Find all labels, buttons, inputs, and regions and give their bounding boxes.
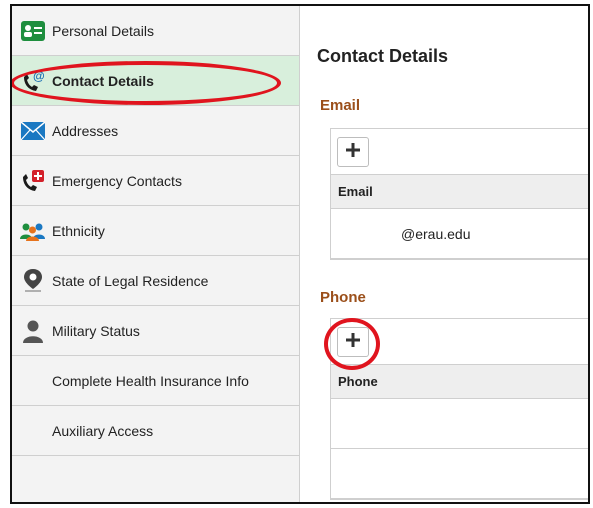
email-grid-toolbar — [331, 129, 588, 175]
id-card-icon — [20, 18, 46, 44]
sidebar-item-emergency-contacts[interactable]: Emergency Contacts — [12, 156, 299, 206]
plus-icon — [346, 332, 360, 352]
sidebar-item-military-status[interactable]: Military Status — [12, 306, 299, 356]
sidebar-item-label: Emergency Contacts — [52, 172, 182, 189]
map-pin-icon — [20, 268, 46, 294]
table-row[interactable] — [331, 449, 588, 499]
envelope-icon — [20, 118, 46, 144]
sidebar-item-label: Military Status — [52, 322, 140, 339]
sidebar-item-auxiliary-access[interactable]: Auxiliary Access — [12, 406, 299, 456]
table-row[interactable]: @erau.edu — [331, 209, 588, 259]
phone-column-header: Phone — [331, 365, 588, 399]
sidebar-item-personal-details[interactable]: Personal Details — [12, 6, 299, 56]
sidebar-item-state-of-legal-residence[interactable]: State of Legal Residence — [12, 256, 299, 306]
phone-plus-icon — [20, 168, 46, 194]
phone-grid-toolbar — [331, 319, 588, 365]
sidebar-item-complete-health-insurance-info[interactable]: Complete Health Insurance Info — [12, 356, 299, 406]
phone-grid: Phone — [330, 318, 588, 500]
sidebar-item-addresses[interactable]: Addresses — [12, 106, 299, 156]
person-icon — [20, 318, 46, 344]
sidebar-item-label: Ethnicity — [52, 222, 105, 239]
sidebar-item-contact-details[interactable]: @ Contact Details — [12, 56, 299, 106]
sidebar-item-label: Addresses — [52, 122, 119, 139]
svg-text:@: @ — [33, 69, 45, 83]
table-row[interactable] — [331, 399, 588, 449]
sidebar-item-label: Complete Health Insurance Info — [52, 372, 249, 389]
plus-icon — [346, 142, 360, 162]
app-frame: Personal Details @ Contact Details Addre… — [10, 4, 590, 504]
sidebar-item-ethnicity[interactable]: Ethnicity — [12, 206, 299, 256]
sidebar-nav: Personal Details @ Contact Details Addre… — [12, 6, 300, 502]
people-icon — [20, 218, 46, 244]
phone-section-title: Phone — [320, 289, 366, 306]
phone-at-icon: @ — [20, 68, 46, 94]
add-phone-button[interactable] — [337, 327, 369, 357]
sidebar-item-label: Contact Details — [52, 72, 154, 89]
email-value: @erau.edu — [401, 225, 471, 242]
email-section-title: Email — [320, 97, 361, 114]
main-content: Contact Details Email Email @erau.edu Ph… — [300, 6, 588, 502]
sidebar-item-label: Personal Details — [52, 22, 154, 39]
page-title: Contact Details — [317, 46, 449, 66]
add-email-button[interactable] — [337, 137, 369, 167]
sidebar-item-label: State of Legal Residence — [52, 272, 209, 289]
email-column-header: Email — [331, 175, 588, 209]
sidebar-item-label: Auxiliary Access — [52, 422, 154, 439]
email-grid: Email @erau.edu — [330, 128, 588, 260]
